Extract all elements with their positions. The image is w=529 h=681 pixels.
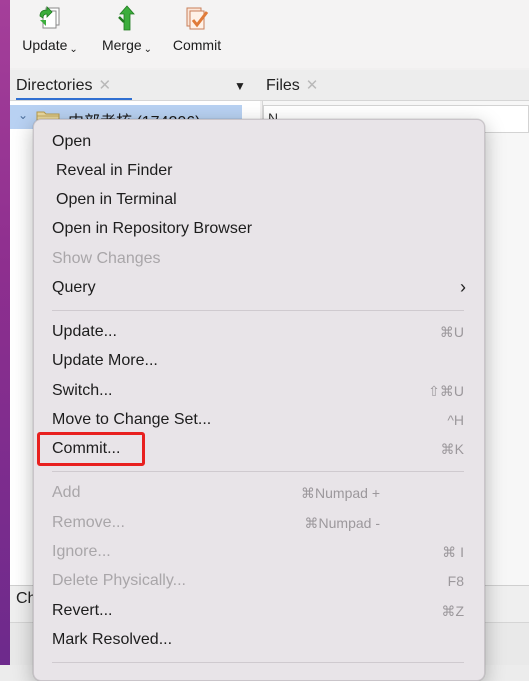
update-button[interactable]: Update ⌄ bbox=[16, 4, 84, 60]
menu-item-open-in-terminal[interactable]: Open in Terminal bbox=[34, 186, 484, 215]
menu-item-update-more[interactable]: Update More... bbox=[34, 347, 484, 376]
menu-item-move-to-change-set[interactable]: Move to Change Set... ^H bbox=[34, 406, 484, 435]
shortcut-label: ^H bbox=[447, 412, 464, 428]
close-icon[interactable]: ✕ bbox=[98, 77, 111, 94]
toolbar: Update ⌄ Merge ⌄ Commit bbox=[10, 0, 529, 68]
tab-directories-label: Directories bbox=[16, 77, 93, 94]
panel-dropdown-icon[interactable]: ▼ bbox=[234, 70, 246, 102]
shortcut-label: F8 bbox=[447, 573, 464, 589]
update-label: Update bbox=[22, 37, 68, 53]
highlight-box bbox=[37, 432, 145, 466]
menu-item-mark-resolved[interactable]: Mark Resolved... bbox=[34, 626, 484, 655]
chevron-down-icon: ⌄ bbox=[143, 44, 153, 55]
tab-files-label: Files bbox=[266, 77, 300, 94]
tab-files[interactable]: Files ✕ bbox=[266, 70, 318, 100]
menu-item-query[interactable]: Query › bbox=[34, 274, 484, 303]
shortcut-label: ⇧⌘U bbox=[428, 383, 464, 399]
menu-item-revert[interactable]: Revert... ⌘Z bbox=[34, 597, 484, 626]
close-icon[interactable]: ✕ bbox=[306, 77, 319, 94]
menu-item-delete-physically: Delete Physically... F8 bbox=[52, 572, 464, 589]
context-menu: Open Reveal in Finder Open in Terminal O… bbox=[33, 119, 485, 681]
menu-item-remove: Remove... ⌘Numpad - bbox=[52, 514, 380, 531]
menu-separator bbox=[52, 310, 464, 311]
menu-item-open[interactable]: Open bbox=[34, 128, 484, 157]
chevron-right-icon: › bbox=[460, 277, 466, 297]
menu-separator bbox=[52, 662, 464, 663]
panel-tabs: Directories ✕ ▼ Files ✕ bbox=[10, 70, 529, 101]
update-icon bbox=[39, 6, 60, 29]
desktop-background bbox=[0, 0, 10, 665]
menu-item-show-changes: Show Changes bbox=[52, 250, 161, 267]
menu-item-reveal-in-finder[interactable]: Reveal in Finder bbox=[34, 157, 484, 186]
menu-item-open-in-repository-browser[interactable]: Open in Repository Browser bbox=[34, 215, 484, 244]
commit-button[interactable]: Commit bbox=[168, 4, 226, 60]
merge-button[interactable]: Merge ⌄ bbox=[96, 4, 158, 60]
menu-item-add: Add ⌘Numpad + bbox=[52, 484, 380, 501]
tab-directories[interactable]: Directories ✕ bbox=[16, 70, 132, 100]
shortcut-label: ⌘Numpad + bbox=[301, 485, 380, 501]
commit-icon bbox=[186, 7, 209, 30]
merge-label: Merge bbox=[101, 37, 142, 53]
menu-item-switch[interactable]: Switch... ⇧⌘U bbox=[34, 377, 484, 406]
menu-item-update[interactable]: Update... ⌘U bbox=[34, 318, 484, 347]
shortcut-label: ⌘ I bbox=[442, 544, 464, 560]
shortcut-label: ⌘U bbox=[439, 324, 464, 340]
menu-item-ignore: Ignore... ⌘ I bbox=[52, 543, 464, 560]
shortcut-label: ⌘K bbox=[440, 441, 464, 457]
shortcut-label: ⌘Z bbox=[441, 603, 464, 619]
disclosure-icon[interactable]: ⌄ bbox=[18, 108, 28, 122]
chevron-down-icon: ⌄ bbox=[69, 44, 78, 55]
merge-icon bbox=[118, 5, 135, 31]
menu-separator bbox=[52, 471, 464, 472]
commit-label: Commit bbox=[172, 37, 222, 53]
shortcut-label: ⌘Numpad - bbox=[304, 515, 380, 531]
